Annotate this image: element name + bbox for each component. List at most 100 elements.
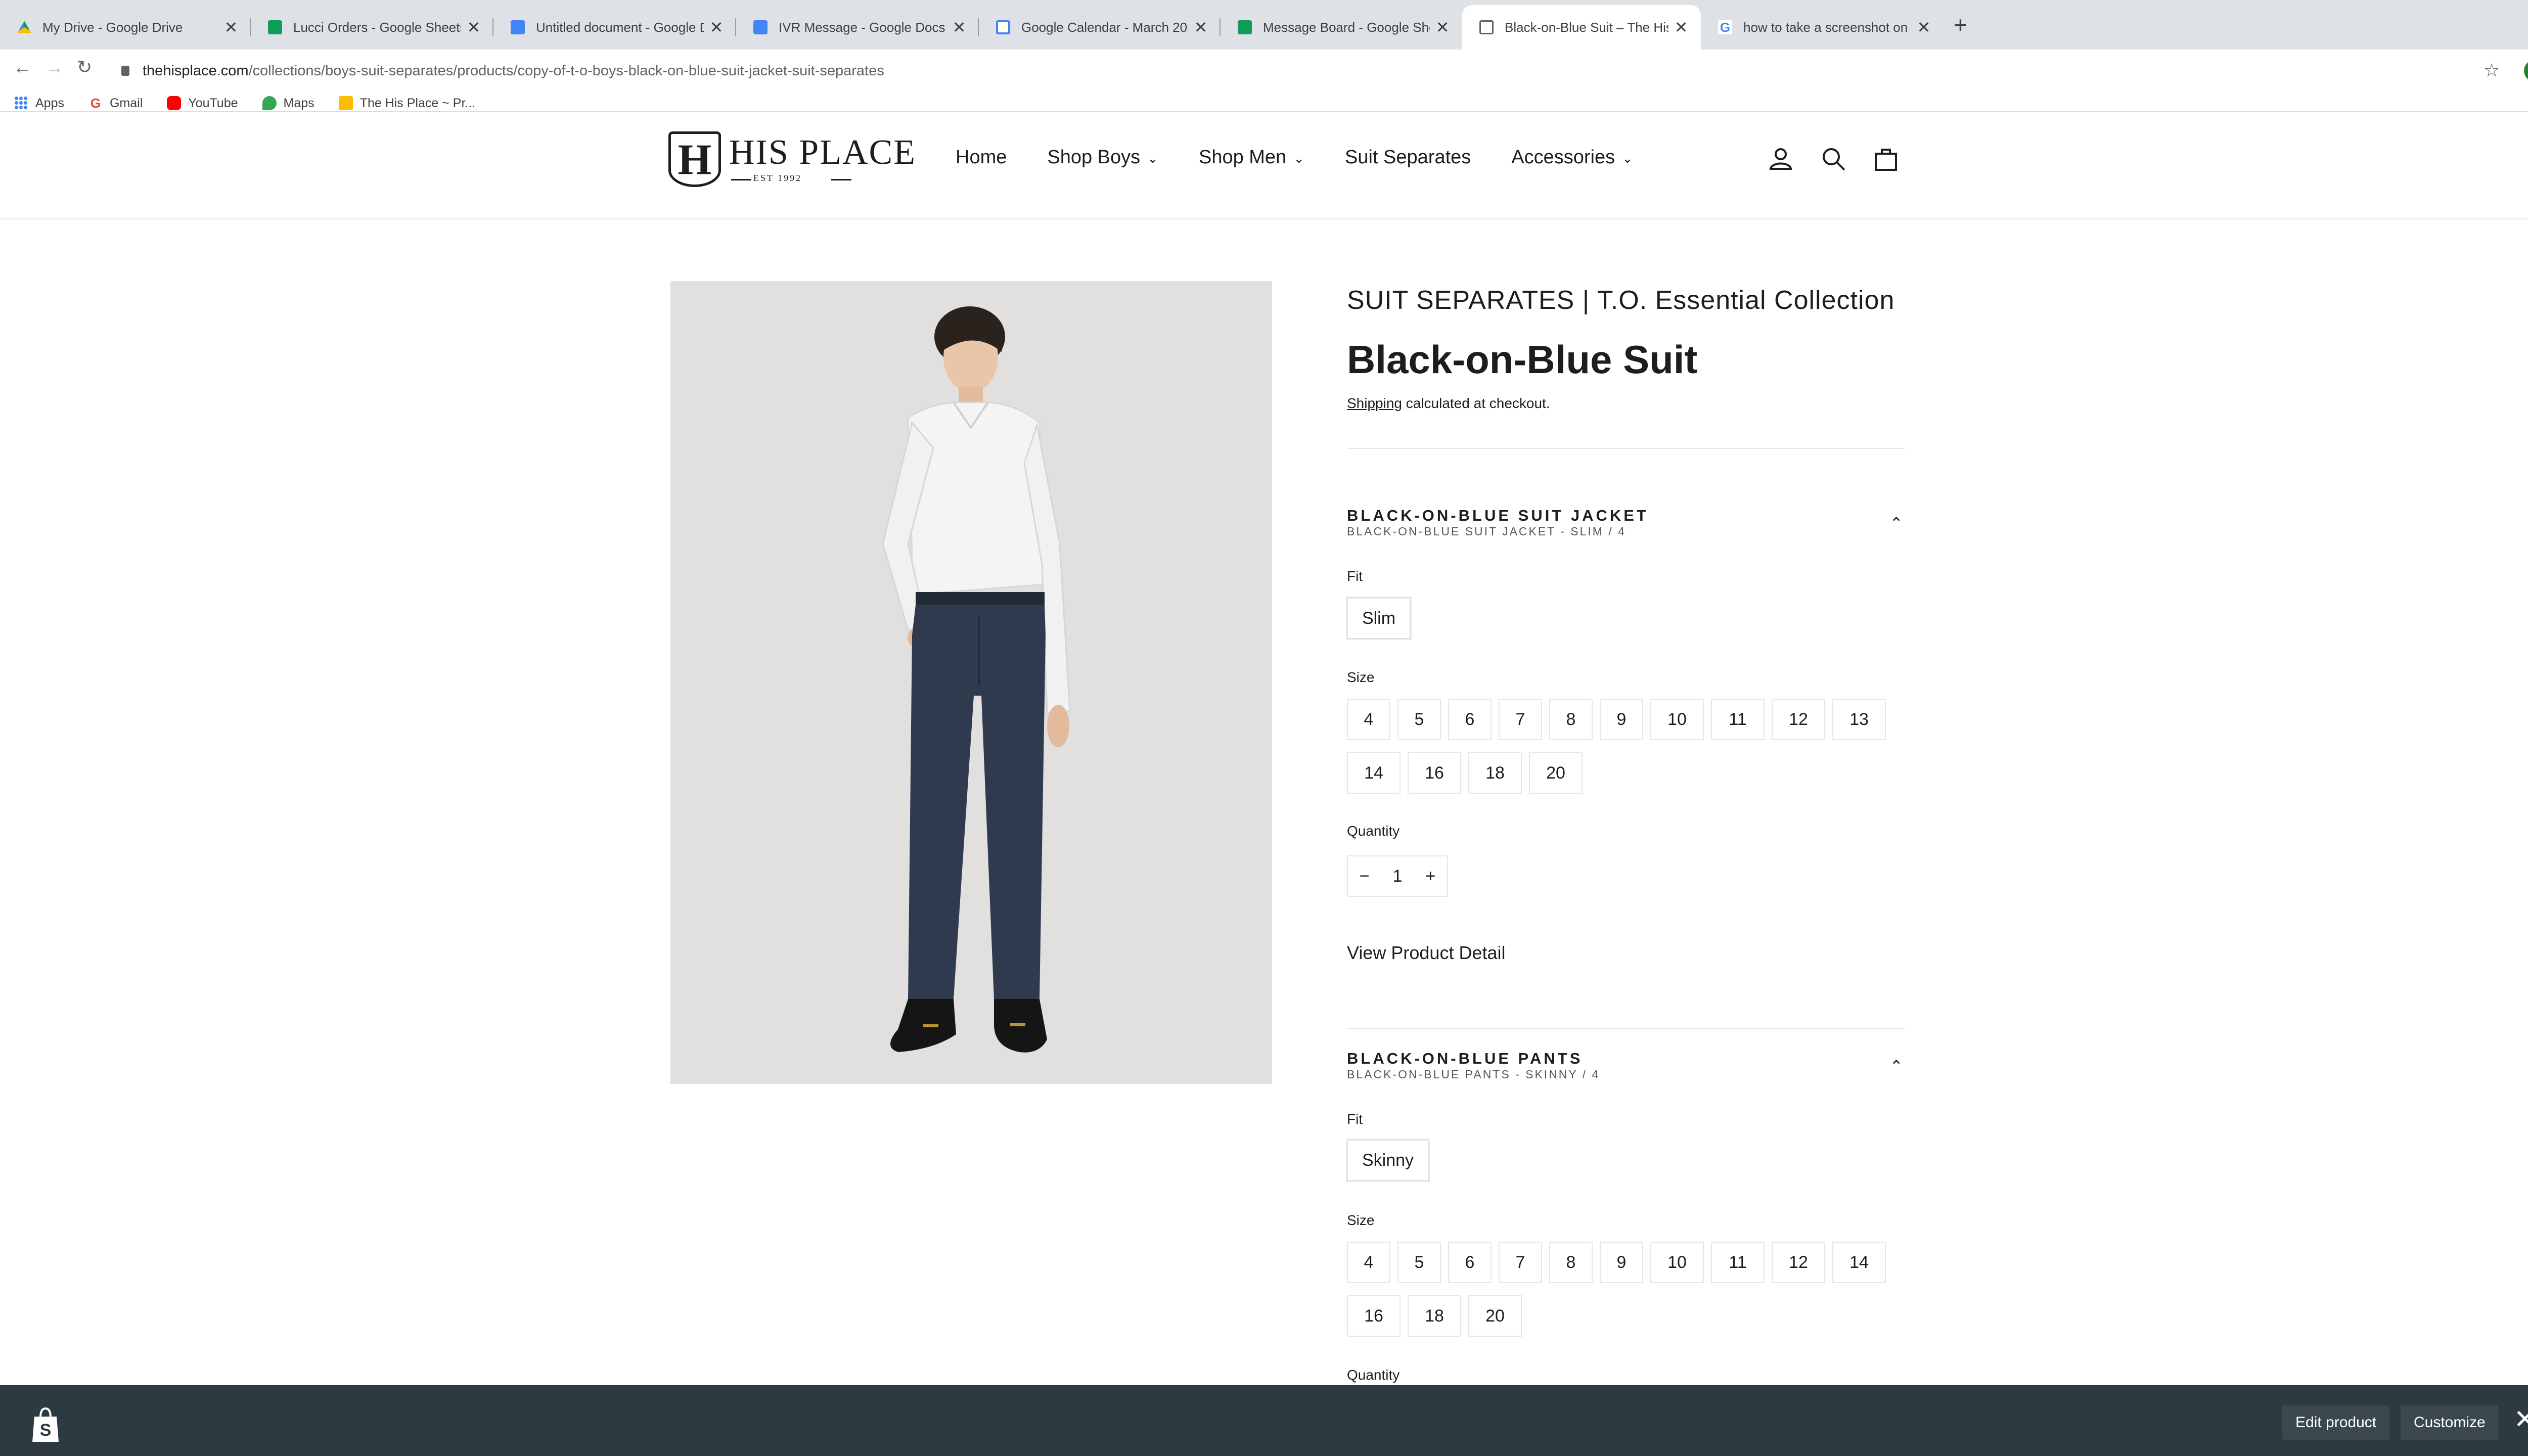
jacket-quantity-label: Quantity bbox=[1347, 823, 1400, 839]
pants-size-option[interactable]: 8 bbox=[1549, 1242, 1593, 1283]
nav-item-accessories[interactable]: Accessories ⌄ bbox=[1511, 147, 1633, 168]
back-arrow-icon[interactable]: ← bbox=[13, 57, 31, 78]
browser-tab[interactable]: Lucci Orders - Google Sheets ✕ bbox=[251, 5, 493, 50]
pants-size-option[interactable]: 9 bbox=[1600, 1242, 1643, 1283]
gmail-icon: G bbox=[88, 96, 103, 110]
jacket-size-option[interactable]: 5 bbox=[1397, 699, 1441, 740]
jacket-size-option[interactable]: 16 bbox=[1408, 752, 1461, 794]
pants-size-option[interactable]: 10 bbox=[1650, 1242, 1704, 1283]
logo-rule bbox=[831, 179, 851, 180]
browser-tab[interactable]: IVR Message - Google Docs ✕ bbox=[736, 5, 979, 50]
bookmark-gmail[interactable]: G Gmail bbox=[88, 96, 143, 111]
nav-item-shop-boys[interactable]: Shop Boys ⌄ bbox=[1047, 147, 1158, 168]
pants-name: BLACK-ON-BLUE PANTS bbox=[1347, 1050, 1583, 1067]
quantity-value[interactable]: 1 bbox=[1381, 867, 1414, 886]
pants-size-option[interactable]: 6 bbox=[1448, 1242, 1492, 1283]
close-icon[interactable]: ✕ bbox=[1916, 18, 1931, 37]
nav-item-shop-men[interactable]: Shop Men ⌄ bbox=[1199, 147, 1304, 168]
chevron-up-icon[interactable]: ⌃ bbox=[1889, 1057, 1903, 1076]
pants-size-option[interactable]: 12 bbox=[1772, 1242, 1825, 1283]
edit-product-button[interactable]: Edit product bbox=[2282, 1405, 2390, 1440]
jacket-size-option[interactable]: 12 bbox=[1772, 699, 1825, 740]
new-tab-button[interactable]: + bbox=[1954, 11, 1967, 38]
profile-avatar[interactable]: G bbox=[2524, 60, 2528, 82]
bookmark-label: The His Place ~ Pr... bbox=[359, 96, 476, 110]
pants-size-option[interactable]: 20 bbox=[1468, 1295, 1522, 1337]
search-icon[interactable] bbox=[1819, 145, 1847, 173]
quantity-increase-button[interactable]: + bbox=[1414, 867, 1447, 886]
jacket-size-option[interactable]: 11 bbox=[1711, 699, 1765, 740]
jacket-size-option[interactable]: 7 bbox=[1499, 699, 1542, 740]
pants-size-option[interactable]: 16 bbox=[1347, 1295, 1401, 1337]
his-place-logo[interactable]: H HIS PLACE EST 1992 bbox=[668, 131, 915, 187]
reload-icon[interactable]: ↻ bbox=[77, 57, 92, 78]
bookmark-youtube[interactable]: YouTube bbox=[167, 96, 238, 111]
pants-size-option[interactable]: 7 bbox=[1499, 1242, 1542, 1283]
close-icon[interactable]: ✕ bbox=[466, 18, 481, 37]
shopify-bag-icon[interactable]: S bbox=[29, 1406, 62, 1444]
bookmark-maps[interactable]: Maps bbox=[262, 96, 314, 111]
jacket-size-option[interactable]: 18 bbox=[1468, 752, 1522, 794]
his-place-icon bbox=[1479, 20, 1494, 34]
jacket-size-option[interactable]: 6 bbox=[1448, 699, 1492, 740]
jacket-fit-option[interactable]: Slim bbox=[1347, 598, 1411, 639]
browser-tab-active[interactable]: Black-on-Blue Suit – The His P ✕ bbox=[1462, 5, 1701, 50]
close-icon[interactable]: ✕ bbox=[1674, 18, 1689, 37]
pants-bundle-header[interactable]: BLACK-ON-BLUE PANTS BLACK-ON-BLUE PANTS … bbox=[1347, 1050, 1905, 1085]
product-title: Black-on-Blue Suit bbox=[1347, 337, 1698, 382]
chevron-down-icon: ⌄ bbox=[1147, 151, 1158, 166]
close-icon[interactable]: ✕ bbox=[1193, 18, 1208, 37]
jacket-bundle-header[interactable]: BLACK-ON-BLUE SUIT JACKET BLACK-ON-BLUE … bbox=[1347, 507, 1905, 542]
shipping-link[interactable]: Shipping bbox=[1347, 395, 1402, 411]
customize-button[interactable]: Customize bbox=[2401, 1405, 2499, 1440]
chevron-up-icon[interactable]: ⌃ bbox=[1889, 514, 1903, 533]
jacket-size-option[interactable]: 4 bbox=[1347, 699, 1390, 740]
logo-wordmark: HIS PLACE bbox=[729, 133, 916, 172]
jacket-size-option[interactable]: 10 bbox=[1650, 699, 1704, 740]
jacket-size-option[interactable]: 20 bbox=[1529, 752, 1583, 794]
google-docs-icon bbox=[753, 20, 768, 34]
jacket-size-option[interactable]: 14 bbox=[1347, 752, 1401, 794]
pants-size-option[interactable]: 4 bbox=[1347, 1242, 1390, 1283]
jacket-size-option[interactable]: 9 bbox=[1600, 699, 1643, 740]
jacket-size-option[interactable]: 13 bbox=[1832, 699, 1886, 740]
browser-tab[interactable]: My Drive - Google Drive ✕ bbox=[0, 5, 251, 50]
logo-est: EST 1992 bbox=[753, 173, 802, 183]
bookmark-his-place[interactable]: The His Place ~ Pr... bbox=[338, 96, 476, 111]
tab-title: how to take a screenshot on m bbox=[1743, 19, 1911, 35]
bookmark-star-icon[interactable]: ☆ bbox=[2484, 60, 2500, 81]
pants-size-option[interactable]: 5 bbox=[1397, 1242, 1441, 1283]
close-icon[interactable]: ✕ bbox=[1435, 18, 1450, 37]
browser-tab[interactable]: G how to take a screenshot on m ✕ bbox=[1701, 5, 1944, 50]
view-product-detail-link[interactable]: View Product Detail bbox=[1347, 942, 1506, 964]
product-image[interactable] bbox=[670, 281, 1272, 1084]
nav-item-home[interactable]: Home bbox=[956, 147, 1007, 168]
quantity-decrease-button[interactable]: − bbox=[1348, 867, 1381, 886]
close-icon[interactable]: ✕ bbox=[2514, 1404, 2528, 1435]
pants-fit-option[interactable]: Skinny bbox=[1347, 1140, 1429, 1181]
account-icon[interactable] bbox=[1767, 145, 1795, 173]
jacket-size-option[interactable]: 8 bbox=[1549, 699, 1593, 740]
nav-label: Accessories bbox=[1511, 147, 1615, 168]
bookmark-apps[interactable]: Apps bbox=[14, 96, 64, 111]
pants-size-option[interactable]: 18 bbox=[1408, 1295, 1461, 1337]
tab-title: Untitled document - Google Do bbox=[536, 19, 704, 35]
bookmark-label: Maps bbox=[283, 96, 314, 110]
tab-title: Lucci Orders - Google Sheets bbox=[293, 19, 461, 35]
nav-item-suit-separates[interactable]: Suit Separates bbox=[1345, 147, 1471, 168]
pants-size-option[interactable]: 14 bbox=[1832, 1242, 1886, 1283]
browser-tab[interactable]: Untitled document - Google Do ✕ bbox=[493, 5, 736, 50]
tab-title: My Drive - Google Drive bbox=[42, 19, 183, 35]
cart-icon[interactable] bbox=[1872, 145, 1900, 173]
close-icon[interactable]: ✕ bbox=[223, 18, 239, 37]
browser-tab[interactable]: Message Board - Google Shee ✕ bbox=[1221, 5, 1462, 50]
pants-size-option[interactable]: 11 bbox=[1711, 1242, 1765, 1283]
address-bar[interactable]: thehisplace.com /collections/boys-suit-s… bbox=[106, 55, 2503, 87]
jacket-fit-label: Fit bbox=[1347, 568, 1363, 584]
close-icon[interactable]: ✕ bbox=[709, 18, 724, 37]
product-vendor: SUIT SEPARATES | T.O. Essential Collecti… bbox=[1347, 286, 1895, 315]
logo-rule bbox=[731, 179, 751, 180]
close-icon[interactable]: ✕ bbox=[952, 18, 967, 37]
forward-arrow-icon[interactable]: → bbox=[46, 57, 64, 78]
browser-tab[interactable]: Google Calendar - March 2021 ✕ bbox=[979, 5, 1221, 50]
